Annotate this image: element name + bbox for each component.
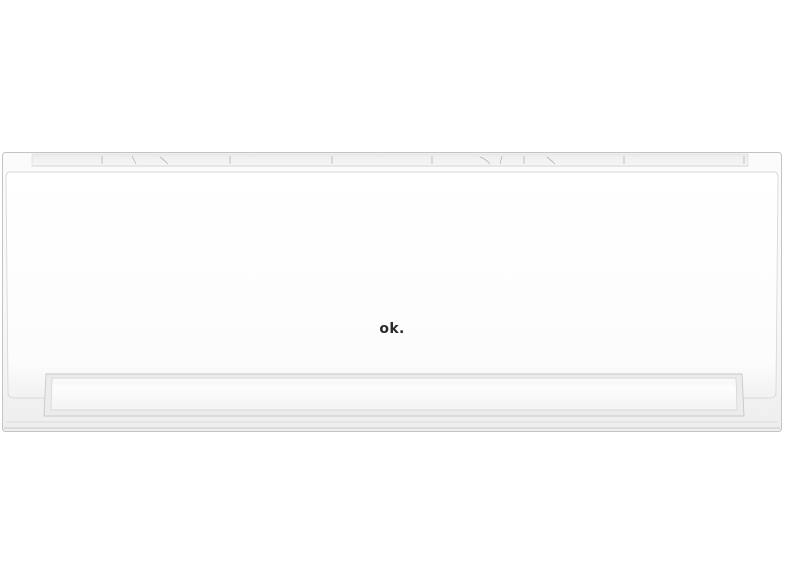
front-panel xyxy=(5,171,779,399)
brand-logo: ok. xyxy=(379,321,405,337)
air-outlet-louver xyxy=(43,373,745,417)
air-conditioner-unit xyxy=(2,152,782,432)
top-air-intake-grille xyxy=(31,153,749,167)
product-photo: ok. xyxy=(0,0,786,587)
